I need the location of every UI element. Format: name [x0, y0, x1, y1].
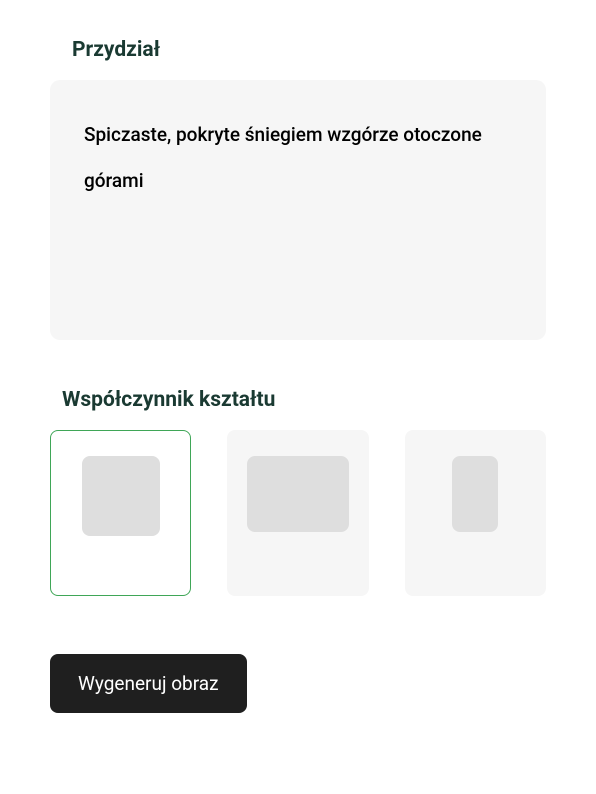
- prompt-label: Przydział: [72, 38, 546, 62]
- square-icon: [82, 456, 160, 536]
- landscape-icon: [247, 456, 349, 532]
- prompt-text: Spiczaste, pokryte śniegiem wzgórze otoc…: [84, 112, 512, 203]
- prompt-section: Przydział Spiczaste, pokryte śniegiem wz…: [50, 38, 546, 340]
- prompt-input-box[interactable]: Spiczaste, pokryte śniegiem wzgórze otoc…: [50, 80, 546, 340]
- aspect-option-square[interactable]: [50, 430, 191, 596]
- aspect-ratio-section: Współczynnik kształtu: [50, 388, 546, 596]
- aspect-ratio-options: [50, 430, 546, 596]
- aspect-option-portrait[interactable]: [405, 430, 546, 596]
- aspect-option-landscape[interactable]: [227, 430, 368, 596]
- aspect-ratio-label: Współczynnik kształtu: [62, 388, 546, 412]
- portrait-icon: [452, 456, 498, 532]
- generate-button[interactable]: Wygeneruj obraz: [50, 654, 247, 713]
